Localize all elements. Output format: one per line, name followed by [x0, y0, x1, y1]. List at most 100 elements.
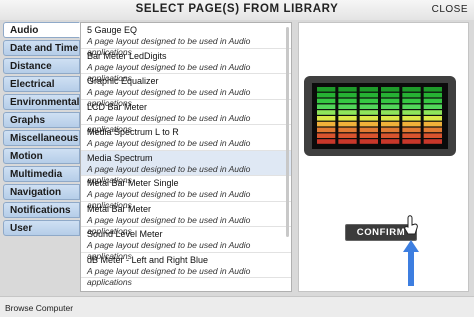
meter-segment: [338, 104, 357, 109]
meter-segment: [381, 92, 400, 98]
meter-segment: [381, 121, 400, 127]
meter-segment: [381, 127, 400, 133]
page-list[interactable]: 5 Gauge EQ A page layout designed to be u…: [80, 22, 292, 292]
meter-segment: [402, 121, 421, 127]
meter-segment: [317, 98, 336, 104]
meter-segment: [402, 110, 421, 115]
tab-electrical[interactable]: Electrical: [3, 76, 80, 92]
tab-notifications[interactable]: Notifications: [3, 202, 80, 218]
tab-multimedia[interactable]: Multimedia: [3, 166, 80, 182]
title-bar: SELECT PAGE(S) FROM LIBRARY CLOSE: [0, 0, 474, 21]
browse-computer-link[interactable]: Browse Computer: [5, 303, 73, 313]
list-item[interactable]: Bar Meter LedDigits A page layout designe…: [81, 49, 291, 83]
meter-segment: [338, 127, 357, 133]
meter-segment: [338, 121, 357, 127]
meter-segment: [338, 133, 357, 138]
list-item-name: LCD Bar Meter: [87, 101, 148, 112]
meter-segment: [359, 104, 378, 109]
list-item-name: Media Spectrum L to R: [87, 127, 179, 137]
meter-segment: [338, 92, 357, 98]
list-item-name: Graphic Equalizer: [87, 76, 159, 86]
hand-cursor-icon: [404, 215, 418, 235]
list-item[interactable]: Metal Bar Meter Single A page layout desi…: [81, 176, 291, 210]
meter-segment: [317, 116, 336, 121]
list-item[interactable]: Graphic Equalizer A page layout designed …: [81, 74, 291, 108]
meter-segment: [402, 116, 421, 121]
meter-segment: [317, 121, 336, 127]
list-item[interactable]: dB Meter - Left and Right Blue A page lay…: [81, 253, 291, 287]
meter-segment: [402, 104, 421, 109]
meter-segment: [423, 139, 442, 144]
tab-user[interactable]: User: [3, 220, 80, 236]
meter-segment: [338, 98, 357, 104]
tab-navigation[interactable]: Navigation: [3, 184, 80, 200]
meter-segment: [381, 133, 400, 138]
meter-segment: [317, 139, 336, 144]
meter-segment: [359, 98, 378, 104]
list-item-name: dB Meter - Left and Right Blue: [87, 254, 209, 265]
meter-segment: [423, 133, 442, 138]
meter-segment: [359, 92, 378, 98]
meter-segment: [381, 98, 400, 104]
category-tabs: Audio Date and Time Distance Electrical Envi…: [3, 22, 80, 238]
meter-segment: [423, 104, 442, 109]
meter-segment: [423, 87, 442, 92]
status-bar: Browse Computer: [0, 296, 474, 317]
meter-segment: [381, 104, 400, 109]
close-button[interactable]: CLOSE: [432, 4, 468, 15]
tab-date-and-time[interactable]: Date and Time: [3, 40, 80, 56]
list-item[interactable]: Metal Bar Meter A page layout designed to…: [81, 202, 291, 236]
list-item-name: Sound Level Meter: [87, 229, 163, 239]
tab-motion[interactable]: Motion: [3, 148, 80, 164]
meter-segment: [402, 92, 421, 98]
meter-segment: [338, 110, 357, 115]
list-item[interactable]: Media Spectrum L to RA page layout desig…: [81, 125, 291, 159]
list-item-name: Metal Bar Meter: [87, 203, 152, 214]
media-spectrum-preview: [304, 76, 456, 156]
list-item-name: Bar Meter LedDigits: [87, 50, 167, 61]
tab-distance[interactable]: Distance: [3, 58, 80, 74]
meter-segment: [317, 110, 336, 115]
meter-segment: [359, 116, 378, 121]
meter-segment: [402, 139, 421, 144]
list-item[interactable]: 5 Gauge EQ A page layout designed to be u…: [81, 23, 291, 57]
meter-segment: [423, 121, 442, 127]
meter-segment: [423, 127, 442, 133]
meter-segment: [402, 87, 421, 92]
list-item[interactable]: Sound Level Meter A page layout designed …: [81, 227, 291, 261]
meter-segment: [359, 127, 378, 133]
list-item-name: Media Spectrum: [87, 152, 153, 163]
blue-arrow-icon: [403, 240, 419, 286]
pointer-arrow: [403, 215, 419, 286]
list-scrollbar[interactable]: [286, 27, 289, 237]
tab-environmental[interactable]: Environmental: [3, 94, 80, 110]
meter-segment: [381, 116, 400, 121]
meter-segment: [338, 87, 357, 92]
meter-segment: [359, 121, 378, 127]
tab-audio[interactable]: Audio: [3, 22, 80, 38]
list-item[interactable]: Media Spectrum A page layout designed to …: [81, 150, 291, 185]
meter-segment: [317, 87, 336, 92]
meter-segment: [359, 87, 378, 92]
list-item-name: Metal Bar Meter Single: [87, 178, 179, 188]
meter-segment: [381, 110, 400, 115]
tab-graphs[interactable]: Graphs: [3, 112, 80, 128]
meter-segment: [338, 116, 357, 121]
meter-segment: [423, 92, 442, 98]
meter-segment: [402, 98, 421, 104]
meter-segment: [381, 87, 400, 92]
meter-segment: [317, 92, 336, 98]
tab-miscellaneous[interactable]: Miscellaneous: [3, 130, 80, 146]
meter-segment: [359, 139, 378, 144]
preview-panel: [298, 22, 469, 292]
meter-segment: [402, 133, 421, 138]
list-item-description: A page layout designed to be used in Aud…: [87, 265, 251, 287]
meter-segment: [317, 133, 336, 138]
meter-segment: [317, 104, 336, 109]
meter-segment: [317, 127, 336, 133]
window-title: SELECT PAGE(S) FROM LIBRARY: [135, 3, 339, 15]
meter-segment: [423, 98, 442, 104]
meter-segment: [338, 139, 357, 144]
list-item[interactable]: LCD Bar Meter A page layout designed to b…: [81, 100, 291, 134]
meter-segment: [423, 116, 442, 121]
